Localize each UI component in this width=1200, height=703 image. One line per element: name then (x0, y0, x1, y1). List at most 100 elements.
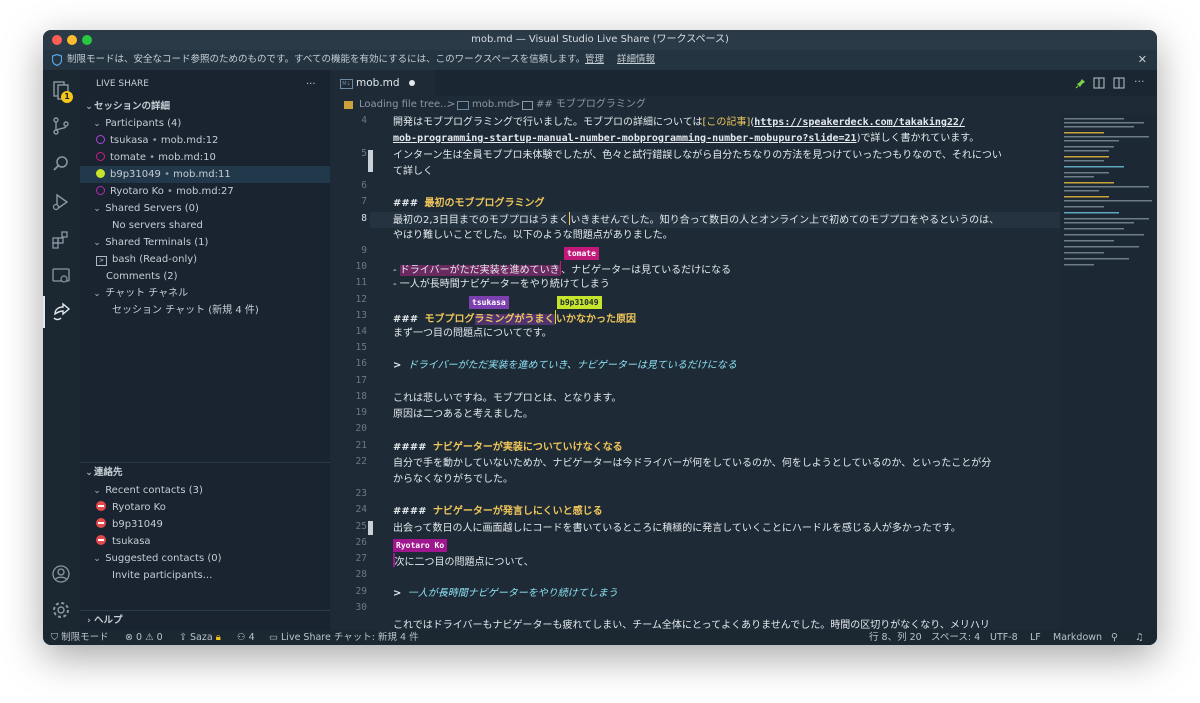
shield-icon (52, 54, 62, 66)
editor-line: これは悲しいですね。モブプロとは、となります。 (393, 393, 622, 404)
status-bar: ⛉ 制限モード ⊗ 0 ⚠ 0 ⇪ Saza 🔒︎ ⚇ 4 ▭ Live Sha… (43, 630, 1157, 645)
participant-item[interactable]: tsukasa • mob.md:12 (96, 132, 346, 149)
title-bar: mob.md — Visual Studio Live Share (ワークスペ… (43, 30, 1157, 50)
details-link[interactable]: 詳細情報 (617, 50, 655, 70)
close-icon[interactable]: ✕ (1138, 50, 1147, 70)
breadcrumb-section[interactable]: ## モブプログラミング (536, 96, 646, 114)
participants-status[interactable]: ⚇ 4 (237, 630, 255, 645)
open-preview-icon[interactable] (1093, 77, 1105, 89)
more-actions-icon[interactable]: ··· (1134, 75, 1145, 88)
problems-status[interactable]: ⊗ 0 ⚠ 0 (125, 630, 163, 645)
editor-line: ### 最初のモブプログラミング (393, 198, 545, 209)
editor-line: - ドライバーがただ実装を進めていき 、ナビゲーターは見ているだけになる (393, 261, 731, 277)
vscode-window: mob.md — Visual Studio Live Share (ワークスペ… (43, 30, 1157, 645)
breadcrumb-loading[interactable]: Loading file tree... (359, 96, 450, 114)
chat-status[interactable]: ▭ Live Share チャット: 新規 4 件 (269, 630, 419, 645)
editor-line: #### ナビゲーターが発言しにくいと感じる (393, 506, 603, 517)
editor-line: 開発はモブプログラミングで行いました。モブプロの詳細については[この記事](ht… (393, 117, 965, 128)
participant-item[interactable]: Ryotaro Ko • mob.md:27 (96, 183, 346, 200)
window-title: mob.md — Visual Studio Live Share (ワークスペ… (471, 34, 729, 45)
session-chat-item[interactable]: セッション チャット (新規 4 件) (112, 302, 362, 319)
live-share-icon[interactable] (51, 302, 71, 322)
feedback-icon[interactable]: ⚲ (1111, 630, 1118, 645)
search-icon[interactable] (51, 154, 71, 174)
run-debug-icon[interactable] (51, 192, 71, 212)
restricted-message: 制限モードは、安全なコード参照のためのものです。すべての機能を有効にするには、こ… (67, 54, 586, 65)
tab-mob-md[interactable]: M↓ mob.md (330, 70, 435, 96)
minimap[interactable] (1060, 114, 1157, 630)
error-icon: ⊗ (125, 632, 133, 643)
participant-item-selected[interactable]: b9p31049 • mob.md:11 (80, 166, 330, 183)
editor-line: 出会って数日の人に画面越しにコードを書いているところに積極的に発言していくことに… (393, 523, 961, 534)
account-icon[interactable] (51, 564, 71, 584)
contact-item[interactable]: b9p31049 (96, 516, 346, 533)
notifications-icon[interactable]: ♫ (1135, 630, 1144, 645)
live-share-icon: ⇪ (179, 632, 187, 643)
line-number: 9 (361, 245, 367, 256)
gear-icon[interactable] (51, 600, 71, 620)
chevron-down-icon: ⌄ (93, 238, 101, 248)
close-window-button[interactable] (52, 35, 62, 45)
minimap-preview (1064, 118, 1152, 266)
language-status[interactable]: Markdown (1053, 630, 1102, 645)
split-editor-icon[interactable] (1113, 77, 1125, 89)
comment-marker[interactable] (368, 150, 373, 172)
participant-item[interactable]: tomate • mob.md:10 (96, 149, 346, 166)
participants-node[interactable]: ⌄ Participants (4) (92, 115, 342, 132)
section-divider (80, 610, 330, 611)
terminal-item[interactable]: > bash (Read-only) (96, 251, 346, 268)
chat-channel-node[interactable]: ⌄ チャット チャネル (92, 285, 342, 302)
editor[interactable]: 4 5 6 7 8 9 10 11 12 13 14 15 16 17 18 1… (330, 114, 1060, 630)
line-number: 10 (355, 261, 367, 272)
live-share-user-status[interactable]: ⇪ Saza 🔒︎ (179, 630, 221, 645)
chevron-down-icon: ⌄ (93, 289, 101, 299)
chat-icon: ▭ (269, 632, 278, 643)
editor-line: > ドライバーがただ実装を進めていき、ナビゲーターは見ているだけになる (393, 360, 737, 371)
restricted-mode-status[interactable]: ⛉ 制限モード (51, 630, 109, 645)
shared-terminals-node[interactable]: ⌄ Shared Terminals (1) (92, 234, 342, 251)
indentation-status[interactable]: スペース: 4 (931, 630, 980, 645)
line-number: 24 (355, 504, 367, 515)
line-number: 13 (355, 310, 367, 321)
line-number: 11 (355, 277, 367, 288)
help-section[interactable]: › ヘルプ (84, 612, 334, 629)
line-number: 4 (361, 115, 367, 126)
invite-participants-link[interactable]: Invite participants... (112, 567, 362, 584)
contacts-section[interactable]: ⌄連絡先 (84, 464, 334, 481)
section-divider (80, 462, 330, 463)
line-number: 17 (355, 375, 367, 386)
line-number: 16 (355, 358, 367, 369)
restricted-mode-banner: 制限モードは、安全なコード参照のためのものです。すべての機能を有効にするには、こ… (43, 50, 1157, 70)
pin-icon[interactable] (1075, 78, 1086, 89)
line-number: 28 (355, 569, 367, 580)
cursor-flag-tomate: tomate (564, 247, 599, 260)
unavailable-icon (96, 535, 106, 545)
shared-servers-node[interactable]: ⌄ Shared Servers (0) (92, 200, 342, 217)
breadcrumb: Loading file tree... > mob.md > ## モブプログ… (330, 96, 1157, 114)
eol-status[interactable]: LF (1030, 630, 1041, 645)
minimize-window-button[interactable] (67, 35, 77, 45)
session-details-section[interactable]: ⌄セッションの詳細 (84, 98, 334, 115)
line-number: 6 (361, 180, 367, 191)
breadcrumb-file[interactable]: mob.md (472, 96, 513, 114)
source-control-icon[interactable] (51, 116, 71, 136)
encoding-status[interactable]: UTF-8 (990, 630, 1018, 645)
comments-node[interactable]: Comments (2) (106, 268, 356, 285)
comment-marker[interactable] (368, 521, 373, 535)
active-indicator (43, 296, 45, 328)
cursor-position-status[interactable]: 行 8、列 20 (869, 630, 922, 645)
contact-item[interactable]: tsukasa (96, 533, 346, 550)
suggested-contacts-node[interactable]: ⌄ Suggested contacts (0) (92, 550, 342, 567)
more-actions-icon[interactable]: ··· (306, 76, 326, 93)
zoom-window-button[interactable] (82, 35, 92, 45)
contact-item[interactable]: Ryotaro Ko (96, 499, 346, 516)
recent-contacts-node[interactable]: ⌄ Recent contacts (3) (92, 482, 342, 499)
editor-line: やはり難しいことでした。以下のような問題点がありました。 (393, 230, 673, 241)
editor-line: 自分で手を動かしていないためか、ナビゲーターは今ドライバーが何をしているのか、何… (393, 458, 992, 469)
remote-explorer-icon[interactable] (51, 266, 71, 286)
unsaved-dot-icon[interactable] (409, 80, 415, 86)
manage-link[interactable]: 管理 (585, 50, 604, 70)
editor-line: これではドライバーもナビゲーターも疲れてしまい、チーム全体にとってよくありません… (393, 620, 990, 630)
extensions-icon[interactable] (51, 230, 71, 250)
unavailable-icon (96, 501, 106, 511)
